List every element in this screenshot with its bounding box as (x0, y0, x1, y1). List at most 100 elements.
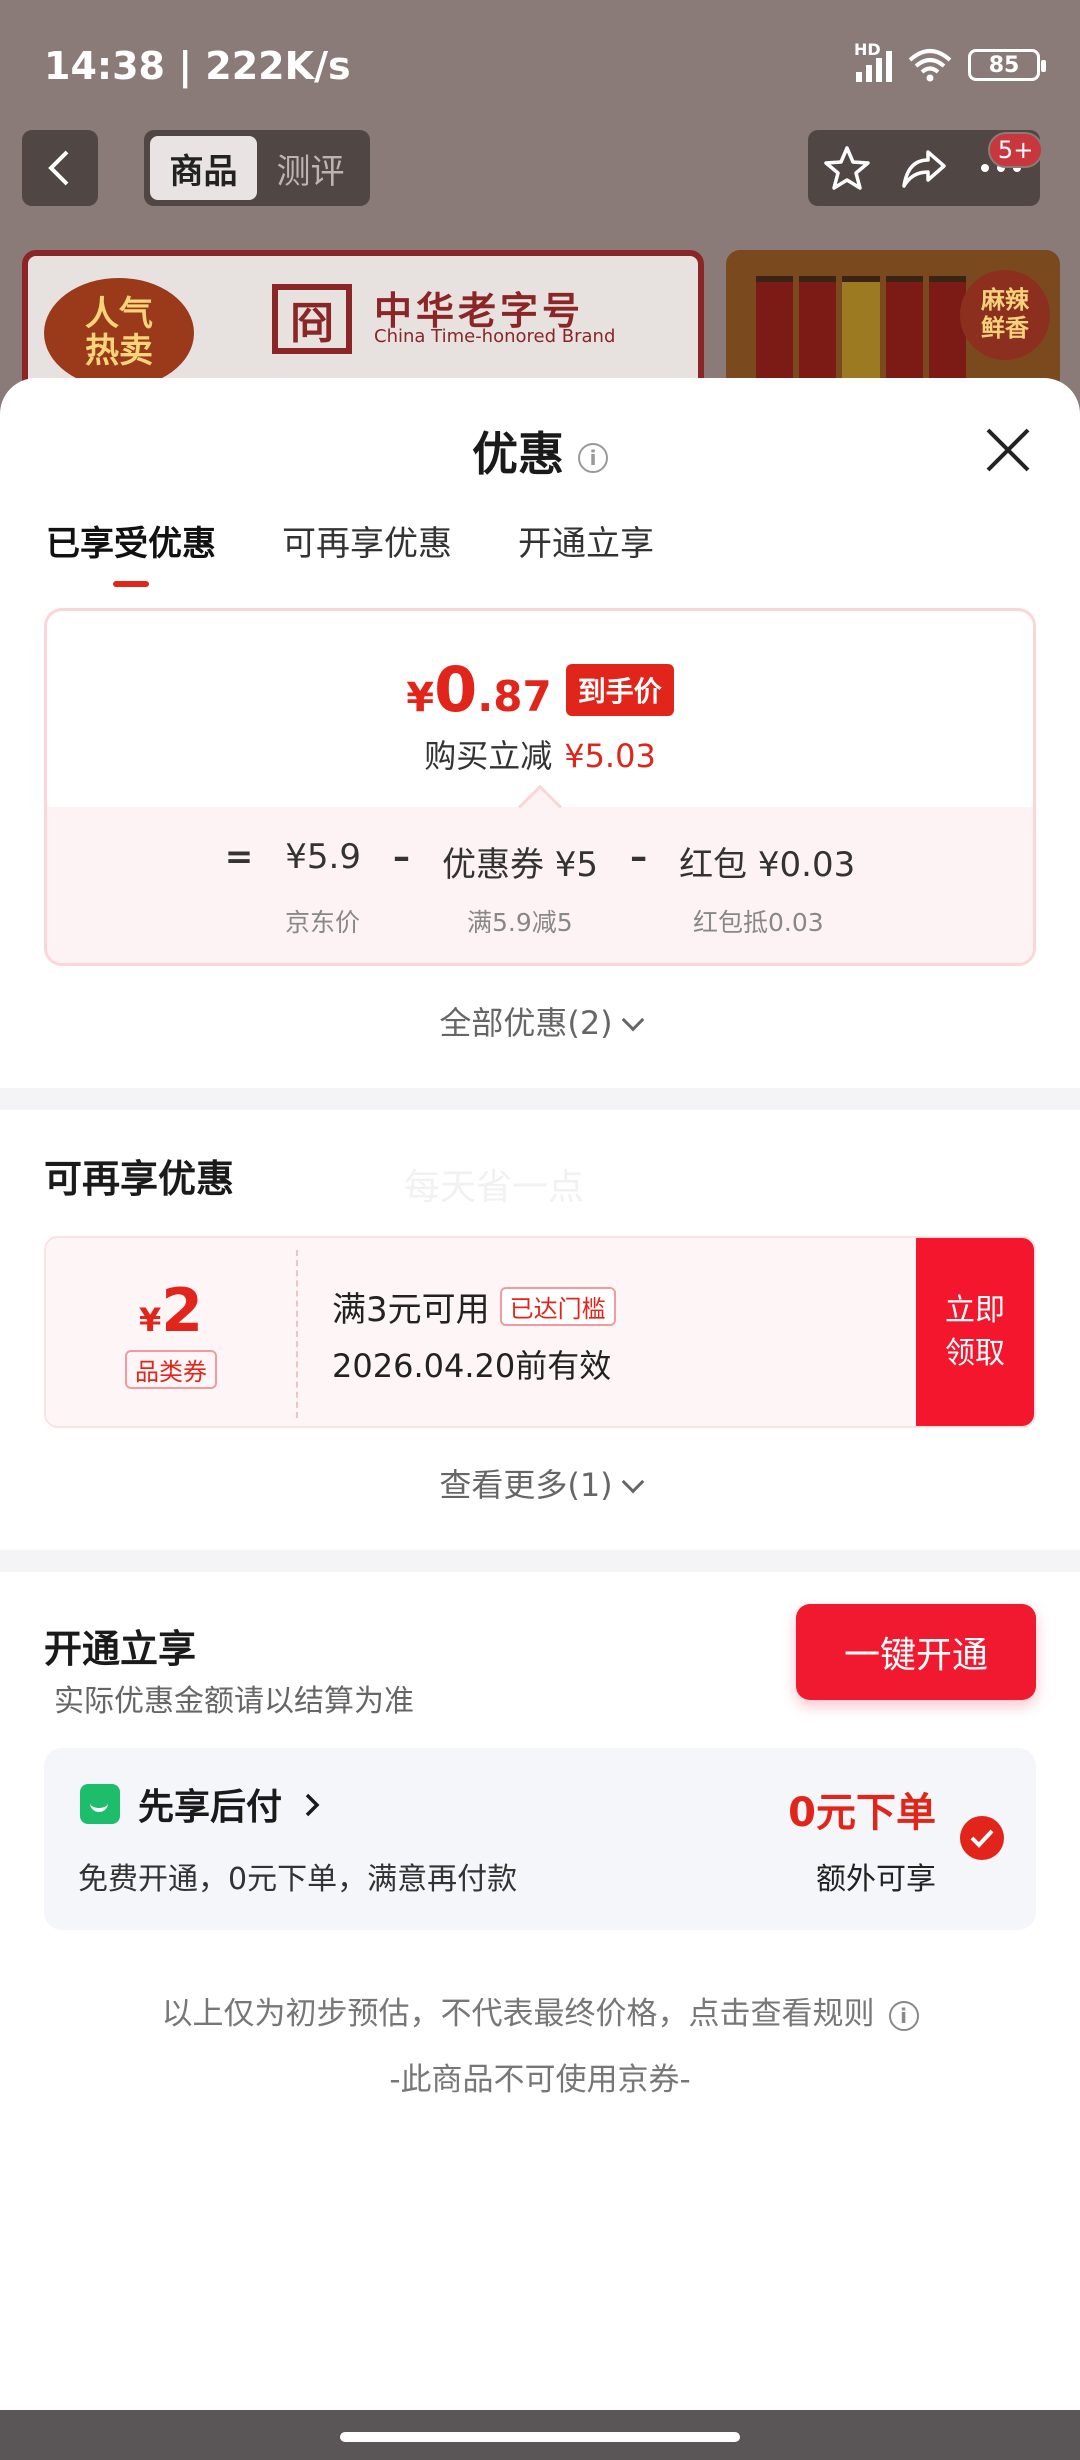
hot-badge-line2: 热卖 (85, 331, 153, 371)
status-time: 14:38 | 222K/s (44, 44, 351, 88)
final-price-integer: 0 (434, 653, 478, 726)
formula-minus: – (392, 837, 410, 877)
section-divider (0, 1550, 1080, 1572)
more-button[interactable]: 5+ (973, 132, 1044, 196)
formula-equals: = (224, 837, 254, 877)
brand-logo: 冏 (272, 284, 352, 354)
more-offers-title: 可再享优惠 (44, 1157, 235, 1201)
nav-actions: 5+ (808, 130, 1044, 206)
product-image-banner: 麻辣 鲜香 (726, 250, 1060, 390)
tab-more-offers[interactable]: 可再享优惠 (282, 516, 452, 587)
tab-open-offers[interactable]: 开通立享 (518, 516, 654, 587)
open-offers-title: 开通立享 (44, 1627, 197, 1671)
formula-jd-price: ¥5.9 (285, 837, 361, 877)
chevron-right-icon (305, 1793, 320, 1817)
final-price-tag: 到手价 (565, 664, 674, 716)
pay-later-desc: 免费开通，0元下单，满意再付款 (78, 1862, 518, 1897)
final-price-currency: ¥ (406, 675, 435, 721)
claim-button-line2: 领取 (945, 1336, 1005, 1371)
claim-coupon-button[interactable]: 立即 领取 (916, 1238, 1034, 1426)
coupon-condition-tag: 已达门槛 (499, 1287, 616, 1326)
top-nav: 商品 测评 5+ (0, 130, 1080, 210)
coupon-value: ¥2 品类券 (46, 1238, 296, 1426)
coupon-currency: ¥ (138, 1300, 162, 1339)
coupon-amount: 2 (161, 1275, 203, 1346)
watermark: 每天省一点 (404, 1167, 585, 1208)
all-offers-label: 全部优惠(2) (439, 1004, 613, 1042)
spicy-badge: 麻辣 鲜香 (960, 270, 1050, 360)
sheet-title: 优惠 i (0, 418, 1080, 484)
coupon-details: 满3元可用 已达门槛 2026.04.20前有效 (332, 1282, 616, 1387)
claim-button-line1: 立即 (945, 1292, 1005, 1328)
segment-control: 商品 测评 (144, 130, 370, 206)
section-divider (0, 1088, 1080, 1110)
price-formula: = ¥5.9 – 优惠券 ¥5 – 红包 ¥0.03 (47, 837, 1033, 886)
sub-red-packet: 红包抵0.03 (693, 908, 824, 937)
sub-coupon: 满5.9减5 (467, 908, 573, 937)
close-button[interactable] (980, 422, 1036, 478)
home-indicator[interactable] (340, 2432, 740, 2442)
product-banners: 人气 热卖 冏 中华老字号 China Time-honored Brand 麻… (0, 250, 1080, 390)
hd-label: HD (854, 40, 881, 59)
chevron-down-icon (621, 1470, 644, 1494)
pay-later-title-text: 先享后付 (138, 1787, 283, 1828)
price-card: ¥0.87 到手价 购买立减 ¥5.03 = ¥5.9 – 优惠券 ¥5 – 红包… (44, 608, 1036, 966)
battery-icon: 85 (968, 49, 1046, 81)
star-icon (823, 146, 870, 190)
chevron-left-icon (48, 150, 69, 186)
sheet-title-text: 优惠 (472, 427, 564, 481)
favorite-button[interactable] (819, 140, 875, 196)
save-label: 购买立减 (424, 737, 553, 775)
pay-later-price: 0元下单 (788, 1790, 936, 1836)
final-price-decimal: .87 (477, 672, 552, 721)
coupon-restriction-note: -此商品不可使用京券- (389, 2062, 691, 2098)
info-icon: i (888, 2000, 919, 2031)
signal-icon: HD (854, 40, 892, 82)
back-button[interactable] (22, 130, 98, 206)
price-breakdown: = ¥5.9 – 优惠券 ¥5 – 红包 ¥0.03 京东价 满5.9减5 红包… (47, 807, 1033, 963)
coupon-type: 品类券 (125, 1349, 217, 1389)
disclaimer-text: 以上仅为初步预估，不代表最终价格，点击查看规则 (161, 1996, 875, 2032)
pay-later-title: 先享后付 (138, 1778, 321, 1830)
coupon-expiry: 2026.04.20前有效 (332, 1347, 612, 1385)
open-offers-subtitle: 实际优惠金额请以结算为准 (54, 1684, 414, 1719)
see-more-label: 查看更多(1) (439, 1466, 613, 1504)
formula-minus: – (630, 837, 648, 877)
tab-review[interactable]: 测评 (257, 136, 364, 200)
notification-badge: 5+ (987, 132, 1044, 168)
hot-sale-badge: 人气 热卖 (44, 278, 194, 384)
save-line: 购买立减 ¥5.03 (47, 731, 1033, 777)
disclaimer[interactable]: 以上仅为初步预估，不代表最终价格，点击查看规则 i (0, 1988, 1080, 2033)
coupon-card: ¥2 品类券 满3元可用 已达门槛 2026.04.20前有效 立即 领取 (44, 1236, 1036, 1428)
brand-name-en: China Time-honored Brand (374, 326, 616, 347)
spicy-line1: 麻辣 (981, 286, 1029, 315)
product-jars-image (756, 276, 967, 390)
spicy-line2: 鲜香 (981, 314, 1029, 342)
offers-sheet: 优惠 i 已享受优惠 可再享优惠 开通立享 ¥0.87 到手价 购买立减 ¥5.03… (0, 378, 1080, 2410)
tab-product[interactable]: 商品 (150, 136, 257, 200)
final-price: ¥0.87 到手价 (47, 653, 1033, 726)
status-bar: 14:38 | 222K/s HD 85 (0, 0, 1080, 135)
pay-later-card[interactable]: 先享后付 免费开通，0元下单，满意再付款 0元下单 额外可享 (44, 1748, 1036, 1930)
tab-enjoyed-offers[interactable]: 已享受优惠 (46, 516, 216, 587)
one-click-open-button[interactable]: 一键开通 (796, 1604, 1036, 1700)
pay-later-extra: 额外可享 (816, 1862, 936, 1897)
formula-coupon: 优惠券 ¥5 (441, 845, 599, 885)
checkbox-checked[interactable] (960, 1816, 1004, 1860)
see-more-toggle[interactable]: 查看更多(1) (0, 1460, 1080, 1506)
status-icons: HD 85 (854, 40, 1046, 82)
share-button[interactable] (896, 140, 952, 196)
info-icon[interactable]: i (578, 442, 608, 473)
hot-badge-line1: 人气 (85, 293, 153, 334)
wifi-icon (908, 48, 952, 82)
formula-red-packet: 红包 ¥0.03 (679, 845, 856, 885)
close-icon (986, 428, 1030, 472)
share-icon (902, 150, 946, 188)
offer-tabs: 已享受优惠 可再享优惠 开通立享 (46, 516, 654, 587)
chevron-down-icon (621, 1008, 644, 1032)
shopping-bag-icon (80, 1784, 120, 1824)
check-icon (970, 1829, 994, 1848)
coupon-separator (296, 1250, 298, 1418)
save-amount: ¥5.03 (564, 737, 656, 775)
all-offers-toggle[interactable]: 全部优惠(2) (0, 998, 1080, 1044)
